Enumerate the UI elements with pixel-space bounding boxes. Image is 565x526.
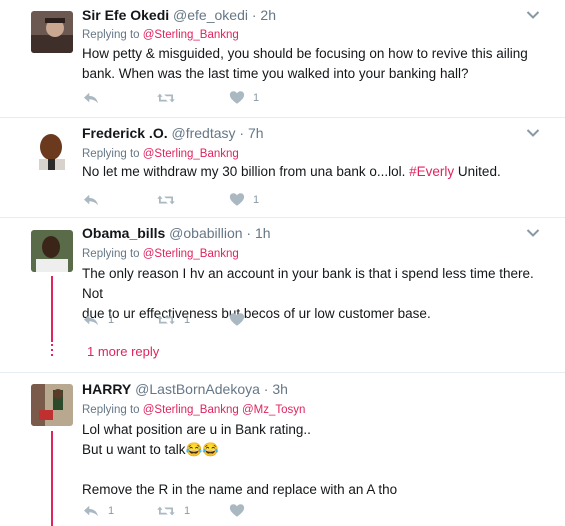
tweet-text-line: But u want to talk😂😂 xyxy=(82,440,542,460)
display-name[interactable]: Sir Efe Okedi xyxy=(82,7,169,23)
retweet-button[interactable]: 1 xyxy=(156,504,190,518)
reply-button[interactable]: 1 xyxy=(82,504,114,518)
user-handle[interactable]: @obabillion xyxy=(169,225,242,241)
like-count: 1 xyxy=(253,193,260,206)
mention-link[interactable]: @Sterling_Bankng xyxy=(143,148,239,160)
retweet-button[interactable] xyxy=(156,193,176,207)
user-handle[interactable]: @LastBornAdekoya xyxy=(135,381,260,397)
replying-to-label: Replying to xyxy=(82,248,140,260)
thread-dots xyxy=(51,344,53,356)
tweet-text-line: The only reason I hv an account in your … xyxy=(82,266,534,301)
tweet-text: How petty & misguided, you should be foc… xyxy=(82,44,542,84)
chevron-down-icon[interactable] xyxy=(526,10,540,20)
tweet-text-segment: But u want to talk xyxy=(82,442,186,457)
tweet-text-tail: United. xyxy=(454,164,501,179)
timestamp[interactable]: · 7h xyxy=(239,125,263,141)
tweet-text-body: No let me withdraw my 30 billion from un… xyxy=(82,164,410,179)
heart-icon xyxy=(229,90,245,105)
tweet-header: Frederick .O. @fredtasy · 7h xyxy=(82,125,264,141)
reply-icon xyxy=(82,313,100,327)
tweet-text: Lol what position are u in Bank rating..… xyxy=(82,420,542,500)
reply-icon xyxy=(82,193,100,207)
like-button[interactable]: 1 xyxy=(229,192,259,207)
tweet-obama-bills[interactable]: Obama_bills @obabillion · 1h Replying to… xyxy=(0,218,565,373)
tweet-text-line: How petty & misguided, you should be foc… xyxy=(82,46,528,61)
timestamp[interactable]: · 1h xyxy=(246,225,270,241)
retweet-icon xyxy=(156,91,176,105)
retweet-icon xyxy=(156,313,176,327)
user-handle[interactable]: @efe_okedi xyxy=(173,7,248,23)
timestamp[interactable]: · 3h xyxy=(264,381,288,397)
display-name[interactable]: HARRY xyxy=(82,381,131,397)
tweet-text: No let me withdraw my 30 billion from un… xyxy=(82,162,542,182)
mention-link[interactable]: @Sterling_Bankng xyxy=(143,248,239,260)
replying-to: Replying to @Sterling_Bankng xyxy=(82,148,239,160)
tweet-header: Obama_bills @obabillion · 1h xyxy=(82,225,271,241)
user-handle[interactable]: @fredtasy xyxy=(171,125,235,141)
like-button[interactable] xyxy=(229,503,245,518)
reply-count: 1 xyxy=(108,314,115,326)
retweet-icon xyxy=(156,504,176,518)
reply-button[interactable] xyxy=(82,91,100,105)
replying-to: Replying to @Sterling_Bankng xyxy=(82,29,239,41)
display-name[interactable]: Obama_bills xyxy=(82,225,165,241)
reply-button[interactable]: 1 xyxy=(82,313,114,327)
heart-icon xyxy=(229,192,245,207)
like-button[interactable] xyxy=(229,312,245,327)
retweet-button[interactable] xyxy=(156,91,176,105)
hashtag-link[interactable]: #Everly xyxy=(409,164,454,179)
more-replies-link[interactable]: 1 more reply xyxy=(87,344,159,359)
replying-to: Replying to @Sterling_Bankng @Mz_Tosyn xyxy=(82,404,305,416)
display-name[interactable]: Frederick .O. xyxy=(82,125,168,141)
avatar[interactable] xyxy=(31,128,73,170)
retweet-icon xyxy=(156,193,176,207)
replying-to-label: Replying to xyxy=(82,404,140,416)
emoji: 😂😂 xyxy=(185,442,220,457)
replying-to: Replying to @Sterling_Bankng xyxy=(82,248,239,260)
replying-to-label: Replying to xyxy=(82,29,140,41)
reply-count: 1 xyxy=(108,505,115,517)
chevron-down-icon[interactable] xyxy=(526,228,540,238)
retweet-count: 1 xyxy=(184,505,191,517)
tweet-frederick[interactable]: Frederick .O. @fredtasy · 7h Replying to… xyxy=(0,118,565,218)
reply-icon xyxy=(82,91,100,105)
heart-icon xyxy=(229,503,245,518)
avatar[interactable] xyxy=(31,384,73,426)
tweet-efe-okedi[interactable]: Sir Efe Okedi @efe_okedi · 2h Replying t… xyxy=(0,0,565,118)
timestamp[interactable]: · 2h xyxy=(252,7,276,23)
tweet-text-line: due to ur effectiveness but becos of ur … xyxy=(82,306,431,321)
chevron-down-icon[interactable] xyxy=(526,128,540,138)
retweet-count: 1 xyxy=(184,314,191,326)
thread-connector xyxy=(51,431,53,526)
tweet-harry[interactable]: HARRY @LastBornAdekoya · 3h Replying to … xyxy=(0,373,565,526)
reply-button[interactable] xyxy=(82,193,100,207)
avatar[interactable] xyxy=(31,230,73,272)
like-button[interactable]: 1 xyxy=(229,90,259,105)
replying-to-label: Replying to xyxy=(82,148,140,160)
tweet-text-line: Lol what position are u in Bank rating.. xyxy=(82,422,311,437)
reply-icon xyxy=(82,504,100,518)
heart-icon xyxy=(229,312,245,327)
avatar[interactable] xyxy=(31,11,73,53)
mention-link[interactable]: @Sterling_Bankng @Mz_Tosyn xyxy=(143,404,306,416)
tweet-text: The only reason I hv an account in your … xyxy=(82,264,542,324)
tweet-text-line: Remove the R in the name and replace wit… xyxy=(82,482,398,497)
like-count: 1 xyxy=(253,91,260,104)
mention-link[interactable]: @Sterling_Bankng xyxy=(143,29,239,41)
retweet-button[interactable]: 1 xyxy=(156,313,190,327)
tweet-text-line: bank. When was the last time you walked … xyxy=(82,66,469,81)
tweet-header: Sir Efe Okedi @efe_okedi · 2h xyxy=(82,7,276,23)
thread-connector xyxy=(51,276,53,342)
tweet-header: HARRY @LastBornAdekoya · 3h xyxy=(82,381,288,397)
